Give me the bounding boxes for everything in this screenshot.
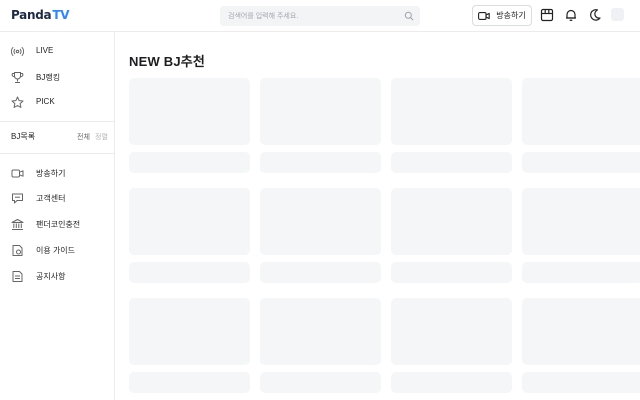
card-info-placeholder xyxy=(391,152,512,173)
card-info-placeholder xyxy=(260,152,381,173)
card-info-placeholder xyxy=(391,372,512,393)
card-info-placeholder xyxy=(260,262,381,283)
card-info-placeholder xyxy=(522,262,640,283)
notice-icon xyxy=(12,271,23,282)
sidebar-item-coin-charge[interactable]: 팬더코인충전 xyxy=(0,214,114,234)
bank-icon xyxy=(11,219,24,230)
card-thumbnail-placeholder[interactable] xyxy=(391,298,512,365)
broadcast-button[interactable]: 방송하기 xyxy=(472,5,532,26)
card-thumbnail-placeholder[interactable] xyxy=(260,298,381,365)
card-info-placeholder xyxy=(522,152,640,173)
sidebar-item-pick[interactable]: PICK xyxy=(0,92,114,112)
bj-list-filter-all[interactable]: 전체 xyxy=(77,132,90,142)
pandatv-logo[interactable]: Panda TV xyxy=(11,8,69,24)
sidebar-item-live[interactable]: LIVE xyxy=(0,41,114,61)
card-thumbnail-placeholder[interactable] xyxy=(260,188,381,255)
guide-icon xyxy=(12,245,23,256)
card-thumbnail-placeholder[interactable] xyxy=(129,78,250,145)
sidebar-item-label: BJ랭킹 xyxy=(36,73,61,82)
card-thumbnail-placeholder[interactable] xyxy=(260,78,381,145)
trophy-icon xyxy=(11,72,24,83)
card-info-placeholder xyxy=(129,262,250,283)
sidebar-item-label: 고객센터 xyxy=(36,194,66,203)
search-input[interactable]: 검색어를 입력해 주세요. xyxy=(220,6,420,26)
sidebar-item-label: 팬더코인충전 xyxy=(36,220,81,229)
card-info-placeholder xyxy=(391,262,512,283)
star-icon xyxy=(11,96,24,108)
video-camera-icon xyxy=(478,11,491,20)
card-thumbnail-placeholder[interactable] xyxy=(522,188,640,255)
bj-list-title: BJ목록 xyxy=(11,132,36,141)
card-thumbnail-placeholder[interactable] xyxy=(391,78,512,145)
card-thumbnail-placeholder[interactable] xyxy=(391,188,512,255)
chat-icon xyxy=(12,193,23,204)
card-info-placeholder xyxy=(129,372,250,393)
sidebar-item-broadcast[interactable]: 방송하기 xyxy=(0,163,114,183)
avatar[interactable] xyxy=(611,8,624,21)
moon-icon[interactable] xyxy=(588,8,602,22)
card-thumbnail-placeholder[interactable] xyxy=(522,78,640,145)
logo-text-panda: Panda xyxy=(11,8,52,22)
card-thumbnail-placeholder[interactable] xyxy=(129,298,250,365)
sidebar-item-guide[interactable]: 이용 가이드 xyxy=(0,240,114,260)
card-info-placeholder xyxy=(129,152,250,173)
sidebar-divider xyxy=(0,153,114,154)
video-icon xyxy=(11,169,24,178)
sidebar-item-bj-ranking[interactable]: BJ랭킹 xyxy=(0,67,114,87)
bj-list-ctrl-separator xyxy=(89,133,90,139)
sidebar-item-support[interactable]: 고객센터 xyxy=(0,188,114,208)
sidebar-item-label: 공지사항 xyxy=(36,272,66,281)
bell-icon[interactable] xyxy=(564,8,578,22)
broadcast-icon xyxy=(11,46,24,57)
sidebar-item-label: 이용 가이드 xyxy=(36,246,76,255)
search-icon[interactable] xyxy=(404,11,414,21)
store-icon[interactable] xyxy=(540,8,554,22)
card-thumbnail-placeholder[interactable] xyxy=(522,298,640,365)
top-header: Panda TV 검색어를 입력해 주세요. 방송하기 xyxy=(0,0,640,32)
sidebar-item-notice[interactable]: 공지사항 xyxy=(0,266,114,286)
card-info-placeholder xyxy=(522,372,640,393)
sidebar: LIVE BJ랭킹 PICK BJ목록 전체 정렬 방송하기 고객센터 팬더코인… xyxy=(0,32,115,400)
bj-list-sort[interactable]: 정렬 xyxy=(95,132,108,142)
card-thumbnail-placeholder[interactable] xyxy=(129,188,250,255)
broadcast-button-label: 방송하기 xyxy=(496,11,526,20)
sidebar-divider xyxy=(0,121,114,122)
sidebar-item-label: PICK xyxy=(36,97,55,106)
search-placeholder: 검색어를 입력해 주세요. xyxy=(228,13,299,20)
page-title: NEW BJ추천 xyxy=(129,54,206,69)
sidebar-item-label: LIVE xyxy=(36,46,54,55)
sidebar-item-label: 방송하기 xyxy=(36,169,66,178)
logo-text-tv: TV xyxy=(52,8,70,22)
card-info-placeholder xyxy=(260,372,381,393)
